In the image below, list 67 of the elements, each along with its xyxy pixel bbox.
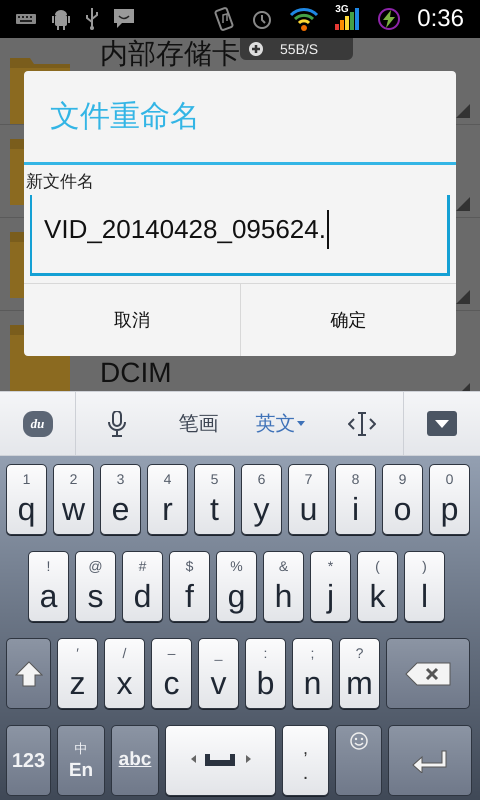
corner-triangle-icon: [456, 290, 470, 304]
letter-key[interactable]: ′ z: [57, 638, 98, 709]
hide-keyboard-button[interactable]: [427, 411, 457, 436]
cursor-button[interactable]: [348, 412, 376, 436]
filename-field[interactable]: VID_20140428_095624.: [30, 195, 450, 276]
input-mode-tab[interactable]: 英文: [255, 408, 306, 438]
letter-key[interactable]: @ s: [75, 551, 116, 622]
letter-key[interactable]: # d: [122, 551, 163, 622]
space-bar-icon: [190, 754, 250, 768]
letter-key[interactable]: ) l: [404, 551, 445, 622]
corner-triangle-icon: [456, 104, 470, 118]
network-type-label: 3G: [335, 3, 349, 17]
letter-key[interactable]: 9 o: [382, 464, 423, 535]
letter-key[interactable]: * j: [310, 551, 351, 622]
vibrate-icon: [213, 7, 236, 31]
enter-key[interactable]: [388, 725, 472, 796]
letter-key[interactable]: _ v: [198, 638, 239, 709]
letter-key[interactable]: 3 e: [100, 464, 141, 535]
input-mode-tab[interactable]: 笔画: [178, 408, 219, 438]
letter-key[interactable]: – c: [151, 638, 192, 709]
letter-key[interactable]: : b: [245, 638, 286, 709]
letter-key[interactable]: $ f: [169, 551, 210, 622]
space-key[interactable]: [165, 725, 276, 796]
confirm-button[interactable]: 确定: [240, 284, 456, 356]
backspace-key[interactable]: [386, 638, 470, 709]
letter-key[interactable]: 2 w: [53, 464, 94, 535]
enter-arrow-icon: [412, 748, 448, 772]
cursor-move-icon: [348, 412, 376, 436]
letter-key[interactable]: 8 i: [335, 464, 376, 535]
usb-icon: [86, 8, 98, 30]
caret-down-icon: [435, 420, 449, 428]
letter-key[interactable]: 1 q: [6, 464, 47, 535]
field-label: 新文件名: [25, 171, 95, 193]
punctuation-key[interactable]: , .: [282, 725, 329, 796]
letter-key[interactable]: / x: [104, 638, 145, 709]
smiley-icon: [350, 732, 368, 750]
du-logo-button[interactable]: du: [22, 410, 52, 436]
shift-key[interactable]: [6, 638, 51, 709]
letter-key[interactable]: 5 t: [194, 464, 235, 535]
message-icon: [114, 9, 134, 29]
letter-key[interactable]: ? m: [339, 638, 380, 709]
corner-triangle-icon: [456, 197, 470, 211]
battery-charging-icon: [377, 7, 402, 31]
cancel-button[interactable]: 取消: [24, 284, 240, 356]
plus-circle-icon: [248, 41, 264, 57]
microphone-button[interactable]: [108, 410, 126, 436]
letter-key[interactable]: 6 y: [241, 464, 282, 535]
letter-key[interactable]: ; n: [292, 638, 333, 709]
letter-key[interactable]: 0 p: [429, 464, 470, 535]
letter-key[interactable]: ( k: [357, 551, 398, 622]
shift-arrow-icon: [14, 660, 42, 686]
dialog-title: 文件重命名: [24, 71, 456, 165]
microphone-icon: [108, 410, 126, 436]
keyboard-icon: [16, 14, 36, 24]
letter-key[interactable]: & h: [263, 551, 304, 622]
letter-key[interactable]: 4 r: [147, 464, 188, 535]
speed-text: 55B/S: [280, 40, 318, 58]
backspace-icon: [405, 662, 451, 686]
wifi-icon: [289, 7, 320, 31]
android-icon: [52, 8, 70, 30]
letter-key[interactable]: ! a: [28, 551, 69, 622]
letter-key[interactable]: % g: [216, 551, 257, 622]
letter-key[interactable]: 7 u: [288, 464, 329, 535]
clock-time: 0:36: [417, 4, 464, 34]
dropdown-caret-icon: [297, 421, 306, 426]
emoji-key[interactable]: [335, 725, 382, 796]
alarm-icon: [251, 8, 274, 30]
